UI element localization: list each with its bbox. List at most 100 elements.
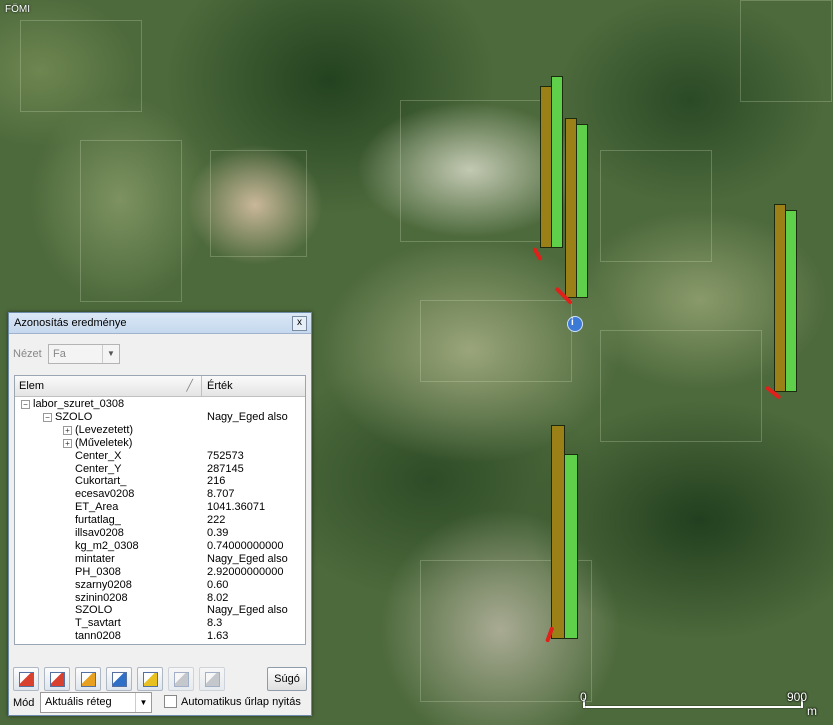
expand-new-icon	[81, 672, 96, 687]
tree-row-attribute[interactable]: mintater Nagy_Eged also	[15, 553, 305, 566]
chart-bar-green	[551, 76, 563, 248]
auto-open-form-checkbox[interactable]	[164, 695, 177, 708]
view-features-icon	[112, 672, 127, 687]
row-value: 8.02	[207, 591, 229, 604]
chevron-down-icon: ▼	[135, 693, 151, 712]
row-value: 0.39	[207, 527, 229, 539]
chevron-down-icon: ▼	[102, 345, 119, 363]
chart-bar-green	[576, 124, 588, 298]
row-value: Nagy_Eged also	[207, 604, 288, 617]
collapse-tree-icon	[50, 672, 65, 687]
chart-bar-olive	[551, 425, 565, 639]
expand-new-button[interactable]	[75, 667, 101, 691]
row-value: 752573	[207, 449, 244, 462]
tree-row-attribute[interactable]: Center_X 752573	[15, 450, 305, 463]
tree-row-attribute[interactable]: Cukortart_ 216	[15, 475, 305, 488]
deselect-button[interactable]	[137, 667, 163, 691]
help-button[interactable]: Súgó	[267, 667, 307, 691]
identify-cursor-icon: i	[567, 316, 583, 332]
tree-row-attribute[interactable]: Center_Y 287145	[15, 463, 305, 476]
view-select-value: Fa	[53, 348, 66, 360]
row-key: illsav0208	[75, 527, 124, 539]
expand-tree-icon	[19, 672, 34, 687]
expand-icon[interactable]: +	[63, 438, 72, 448]
column-header-value[interactable]: Érték	[203, 376, 305, 396]
map-field	[210, 150, 307, 257]
expand-tree-button[interactable]	[13, 667, 39, 691]
row-key: tann0208	[75, 630, 121, 643]
row-value: 222	[207, 514, 226, 527]
auto-open-form-label: Automatikus űrlap nyitás	[181, 696, 301, 708]
identify-results-dialog: Azonosítás eredménye x Nézet Fa ▼ Elem ╱ …	[8, 312, 312, 716]
tree-row-derived[interactable]: + (Levezetett)	[15, 424, 305, 437]
map-field	[600, 150, 712, 262]
row-key: szinin0208	[75, 591, 128, 604]
row-value: Nagy_Eged also	[207, 410, 288, 423]
row-key: ecesav0208	[75, 488, 135, 501]
row-key: furtatlag_	[75, 514, 121, 527]
row-value: 1041.36071	[207, 501, 266, 514]
row-value: 287145	[207, 462, 244, 475]
row-key: T_savtart	[75, 617, 121, 630]
tree-row-actions[interactable]: + (Műveletek)	[15, 437, 305, 450]
tree-header: Elem ╱ Érték	[15, 376, 305, 397]
row-key: SZOLO	[55, 410, 93, 423]
row-key: PH_0308	[75, 565, 121, 578]
row-key: Cukortart_	[75, 475, 127, 488]
row-value: 0.74000000000	[207, 539, 284, 552]
column-header-elem[interactable]: Elem ╱	[15, 376, 202, 396]
tree-row-attribute[interactable]: PH_0308 2.92000000000	[15, 566, 305, 579]
scale-bar: 0 900 m	[580, 690, 817, 720]
tree-row-attribute[interactable]: ET_Area 1041.36071	[15, 501, 305, 514]
row-value: 2.92000000000	[207, 565, 284, 578]
deselect-icon	[143, 672, 158, 687]
expand-icon[interactable]: −	[21, 400, 30, 409]
view-select[interactable]: Fa ▼	[48, 344, 120, 364]
close-icon: x	[297, 317, 302, 328]
expand-icon[interactable]: −	[43, 412, 52, 422]
mode-select-value: Aktuális réteg	[45, 696, 112, 708]
sort-icon: ╱	[186, 380, 193, 392]
collapse-tree-button[interactable]	[44, 667, 70, 691]
tree-row-attribute[interactable]: szinin0208 8.02	[15, 592, 305, 605]
tree-row-feature[interactable]: − SZOLO Nagy_Eged also	[15, 411, 305, 424]
scale-end-label: 900	[787, 690, 808, 704]
print-button[interactable]	[199, 667, 225, 691]
map-field	[420, 300, 572, 382]
close-button[interactable]: x	[292, 316, 307, 331]
map-field	[20, 20, 142, 112]
row-key: kg_m2_0308	[75, 539, 139, 552]
mode-select[interactable]: Aktuális réteg ▼	[40, 692, 152, 713]
row-value: 0.60	[207, 578, 229, 591]
copy-button[interactable]	[168, 667, 194, 691]
column-header-elem-label: Elem	[19, 380, 45, 392]
expand-icon[interactable]: +	[63, 425, 72, 435]
row-value: 8.3	[207, 617, 223, 630]
view-label: Nézet	[13, 348, 42, 360]
tree-row-attribute[interactable]: illsav0208 0.39	[15, 527, 305, 540]
tree-row-layer[interactable]: − labor_szuret_0308	[15, 398, 305, 411]
tree-row-attribute[interactable]: tann0208 1.63	[15, 630, 305, 643]
mode-label: Mód	[13, 697, 35, 709]
scale-unit-label: m	[807, 704, 817, 718]
copy-icon	[174, 672, 189, 687]
red-marker	[532, 247, 543, 262]
tree-row-attribute[interactable]: ecesav0208 8.707	[15, 488, 305, 501]
results-tree[interactable]: Elem ╱ Érték − labor_szuret_0308− SZOLO Nagy…	[14, 375, 306, 645]
row-value: 1.63	[207, 630, 229, 643]
row-key: SZOLO	[75, 604, 113, 617]
row-key: (Levezetett)	[75, 423, 134, 436]
tree-row-attribute[interactable]: furtatlag_ 222	[15, 514, 305, 527]
row-value: Nagy_Eged also	[207, 552, 288, 565]
tree-row-attribute[interactable]: SZOLO Nagy_Eged also	[15, 604, 305, 617]
tree-row-attribute[interactable]: kg_m2_0308 0.74000000000	[15, 540, 305, 553]
tree-row-attribute[interactable]: T_savtart 8.3	[15, 617, 305, 630]
row-key: szarny0208	[75, 578, 132, 591]
dialog-titlebar[interactable]: Azonosítás eredménye x	[9, 313, 311, 334]
row-key: labor_szuret_0308	[33, 398, 125, 410]
map-field	[600, 330, 762, 442]
scale-start-label: 0	[580, 690, 587, 704]
view-features-button[interactable]	[106, 667, 132, 691]
tree-row-attribute[interactable]: szarny0208 0.60	[15, 579, 305, 592]
row-key: (Műveletek)	[75, 436, 133, 449]
